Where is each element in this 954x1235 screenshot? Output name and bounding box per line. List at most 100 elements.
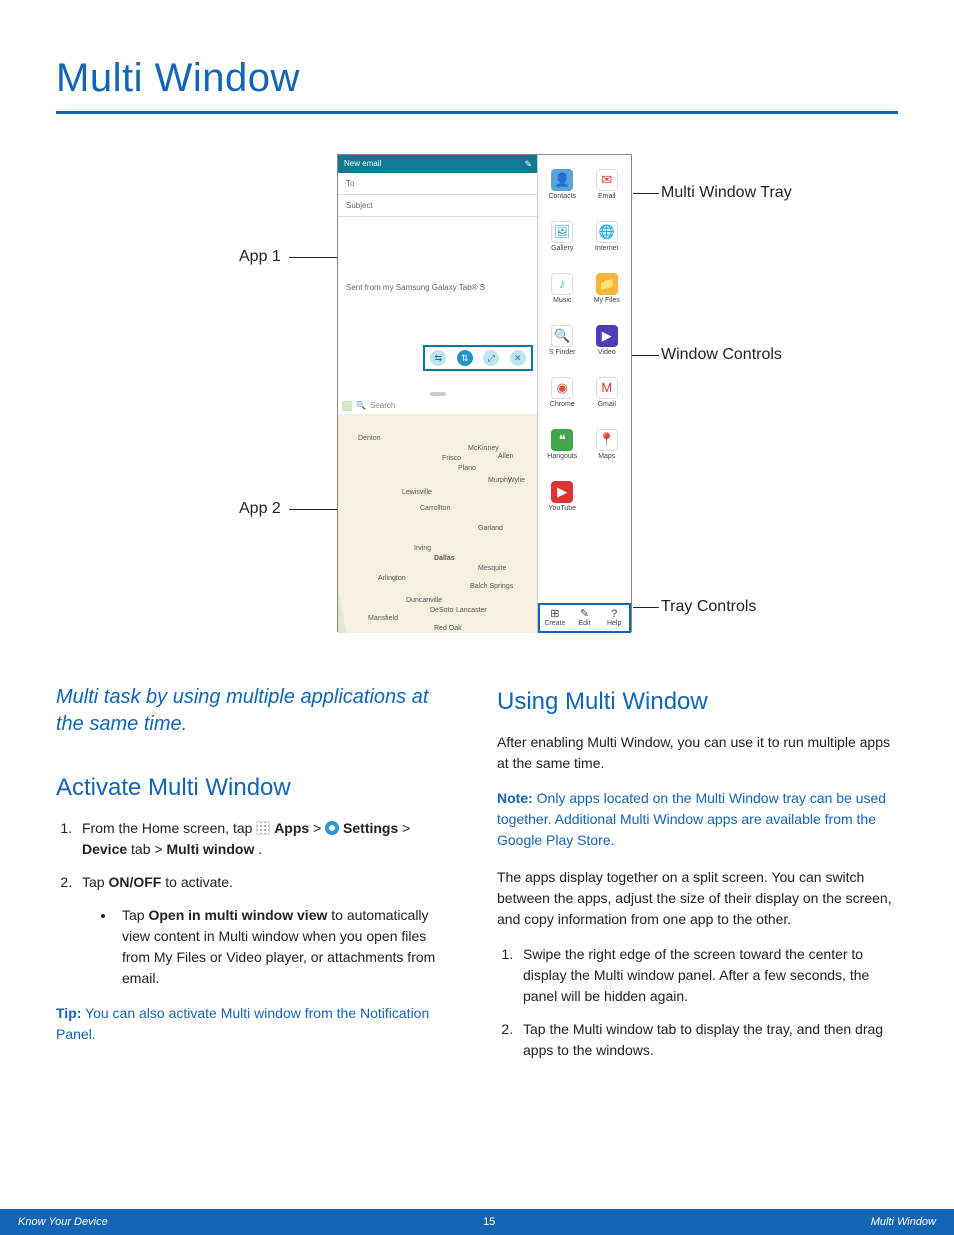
winctrl-drag-icon: ⇆ [430, 350, 446, 366]
tray-grid: 👤Contacts✉Email🖼Gallery🌐Internet♪Music📁M… [538, 155, 631, 603]
leader-tray-controls [633, 607, 659, 608]
map-search-icon: 🔍 [356, 401, 366, 410]
map-city: Duncanville [406, 597, 442, 604]
note-label: Note: [497, 790, 533, 806]
my-files-icon: 📁 [596, 273, 618, 295]
map-menu-icon [342, 401, 352, 411]
window-controls: ⇆ ⇅ ⤢ ✕ [423, 345, 533, 371]
bold-apps: Apps [274, 820, 309, 836]
page-title: Multi Window [56, 56, 898, 101]
map-city: DeSoto [430, 607, 453, 614]
map-toolbar: 🔍 Search [338, 397, 538, 415]
label-app1: App 1 [239, 248, 281, 266]
winctrl-expand-icon: ⤢ [483, 350, 499, 366]
tray-control-label: Edit [578, 620, 590, 627]
gallery-icon: 🖼 [551, 221, 573, 243]
tip: Tip: You can also activate Multi window … [56, 1003, 457, 1045]
tray-app-hangouts: ❝ Hangouts [540, 419, 585, 469]
map-search-placeholder: Search [370, 401, 395, 410]
tray-app-s-finder: 🔍 S Finder [540, 315, 585, 365]
map-city: Frisco [442, 455, 461, 462]
tray-app-label: Hangouts [547, 453, 577, 460]
tray-app-music: ♪Music [540, 263, 585, 313]
s-finder-icon: 🔍 [551, 325, 573, 347]
bold-device: Device [82, 841, 127, 857]
step-1: From the Home screen, tap Apps > Setting… [76, 818, 457, 860]
email-title: New email [344, 155, 381, 173]
help-icon: ? [611, 609, 617, 620]
tray-app-label: S Finder [549, 349, 575, 356]
email-subject: Subject [338, 195, 538, 217]
email-signature: Sent from my Samsung Galaxy Tab® S [338, 277, 538, 298]
map-canvas: Dallas Plano Denton Garland Mesquite Arl… [338, 415, 538, 633]
figure: App 1 App 2 Multi Window Tray Window Con… [56, 154, 898, 634]
tray-app-label: Music [553, 297, 571, 304]
tray-app-my-files: 📁 My Files [585, 263, 630, 313]
tip-label: Tip: [56, 1005, 81, 1021]
youtube-icon: ▶ [551, 481, 573, 503]
bold-multiwindow: Multi window [166, 841, 254, 857]
video-icon: ▶ [596, 325, 618, 347]
leader-app1 [289, 257, 337, 258]
tagline: Multi task by using multiple application… [56, 684, 457, 738]
apps-icon [256, 821, 270, 835]
text: Tap [82, 874, 108, 890]
app-pane-2: 🔍 Search Dallas Plano Denton Garland Mes… [338, 397, 538, 633]
map-city: Mansfield [368, 615, 398, 622]
text: From the Home screen, tap [82, 820, 256, 836]
map-city: Dallas [434, 555, 455, 562]
map-city: Wylie [508, 477, 525, 484]
winctrl-switch-icon: ⇅ [457, 350, 473, 366]
tray-app-label: YouTube [548, 505, 576, 512]
email-header: New email ✎ [338, 155, 538, 173]
map-city: Denton [358, 435, 381, 442]
bullet: Tap Open in multi window view to automat… [116, 905, 457, 989]
map-city: Irving [414, 545, 431, 552]
label-app2: App 2 [239, 500, 281, 518]
tip-text: You can also activate Multi window from … [56, 1005, 429, 1042]
hangouts-icon: ❝ [551, 429, 573, 451]
tray-app-chrome: ◉Chrome [540, 367, 585, 417]
tray-app-gallery: 🖼Gallery [540, 211, 585, 261]
device-screenshot: New email ✎ To Subject Sent from my Sams… [337, 154, 632, 632]
text: to activate. [165, 874, 233, 890]
heading-activate: Activate Multi Window [56, 770, 457, 806]
chrome-icon: ◉ [551, 377, 573, 399]
winctrl-close-icon: ✕ [510, 350, 526, 366]
text: Tap [122, 907, 148, 923]
tray-app-label: Gmail [598, 401, 616, 408]
map-city: Balch Springs [470, 583, 513, 590]
create-icon: ⊞ [550, 609, 559, 620]
note: Note: Only apps located on the Multi Win… [497, 788, 898, 851]
footer-left: Know Your Device [18, 1216, 108, 1228]
step-2: Tap the Multi window tab to display the … [517, 1019, 898, 1061]
map-city: Lewisville [402, 489, 432, 496]
map-city: Garland [478, 525, 503, 532]
map-city: Plano [458, 465, 476, 472]
email-icon: ✉ [596, 169, 618, 191]
text: > [313, 820, 325, 836]
multi-window-tray: 👤Contacts✉Email🖼Gallery🌐Internet♪Music📁M… [537, 155, 631, 633]
tray-control-label: Help [607, 620, 621, 627]
right-column: Using Multi Window After enabling Multi … [497, 684, 898, 1075]
tray-app-video: ▶ Video [585, 315, 630, 365]
tray-control-label: Create [544, 620, 565, 627]
bold-onoff: ON/OFF [108, 874, 161, 890]
heading-using: Using Multi Window [497, 684, 898, 720]
map-city: Lancaster [456, 607, 487, 614]
map-city: Carrollton [420, 505, 450, 512]
tray-control-help: ?Help [599, 605, 629, 631]
settings-icon [325, 821, 339, 835]
tray-app-label: Video [598, 349, 616, 356]
paragraph: The apps display together on a split scr… [497, 867, 898, 930]
map-city: McKinney [468, 445, 499, 452]
note-text: Only apps located on the Multi Window tr… [497, 790, 886, 848]
tray-app-label: My Files [594, 297, 620, 304]
maps-icon: 📍 [596, 429, 618, 451]
title-rule [56, 111, 898, 114]
gmail-icon: M [596, 377, 618, 399]
left-column: Multi task by using multiple application… [56, 684, 457, 1075]
map-city: Red Oak [434, 625, 462, 632]
footer-right: Multi Window [871, 1216, 936, 1228]
bold-open-mw: Open in multi window view [148, 907, 327, 923]
